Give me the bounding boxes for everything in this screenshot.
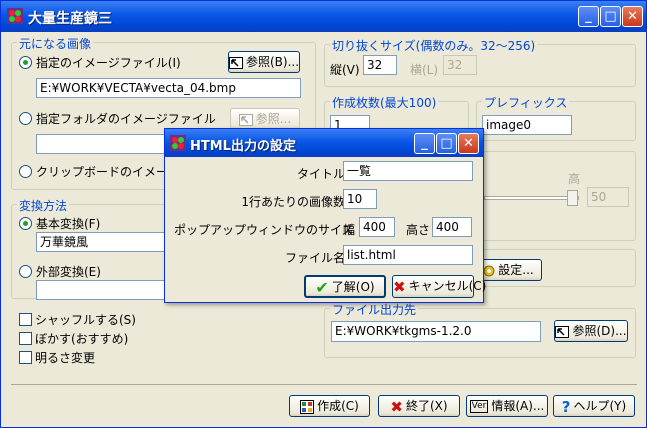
filename-input[interactable]: list.html (343, 245, 473, 265)
shuffle-label: シャッフルする(S) (35, 313, 136, 327)
html-output-dialog: HTML出力の設定 _ □ ✕ タイトル 一覧 1行あたりの画像数 10 ポップ… (164, 128, 486, 303)
folder-option-label: 指定フォルダのイメージファイル (36, 112, 216, 126)
clipboard-option-radio[interactable] (19, 165, 32, 178)
close-button[interactable]: ✕ (622, 6, 643, 27)
exit-button[interactable]: ✖ 終了(X) (378, 395, 460, 417)
settings-label: 設定... (498, 263, 534, 277)
browse-file-label: 参照(B)... (246, 55, 300, 69)
popup-size-label: ポップアップウィンドウのサイズ (174, 223, 354, 237)
per-row-label: 1行あたりの画像数 (241, 195, 345, 209)
blur-checkbox[interactable] (19, 332, 32, 345)
source-image-legend: 元になる画像 (17, 35, 94, 52)
basic-convert-label: 基本変換(F) (36, 217, 101, 231)
browse-folder-label: 参照... (255, 112, 292, 126)
prefix-input[interactable]: image0 (482, 115, 572, 135)
maximize-button[interactable]: □ (600, 6, 621, 27)
cancel-button[interactable]: ✖ キャンセル(C) (392, 275, 486, 298)
settings-button[interactable]: 設定... (475, 259, 542, 281)
clipboard-option-label: クリップボードのイメージ (36, 165, 180, 179)
external-convert-radio[interactable] (19, 265, 32, 278)
ok-label: 了解(O) (331, 280, 375, 294)
help-button[interactable]: ? ヘルプ(Y) (553, 395, 635, 417)
dialog-close-button[interactable]: ✕ (458, 133, 479, 154)
ok-button[interactable]: ✔ 了解(O) (304, 275, 386, 298)
gear-icon (483, 265, 495, 276)
dialog-minimize-button[interactable]: _ (414, 133, 435, 154)
count-legend: 作成枚数(最大100) (330, 94, 439, 111)
crop-width-input[interactable]: 32 (443, 55, 477, 75)
dialog-maximize-button[interactable]: □ (436, 133, 457, 154)
brightness-input[interactable]: 50 (587, 187, 629, 207)
bottom-divider (11, 384, 637, 385)
x-icon: ✖ (390, 397, 403, 416)
dialog-title-bar[interactable]: HTML出力の設定 _ □ ✕ (165, 129, 483, 157)
output-path-input[interactable]: E:¥WORK¥tkgms-1.2.0 (331, 321, 541, 342)
popup-width-label: 幅 (343, 223, 356, 237)
browse-arrow-icon (229, 56, 243, 69)
window-title: 大量生産鏡三 (28, 11, 112, 27)
browse-arrow-icon (238, 113, 253, 126)
brightness-slider-thumb[interactable] (567, 190, 578, 206)
file-option-label: 指定のイメージファイル(I) (36, 56, 181, 70)
convert-method-legend: 変換方法 (17, 197, 70, 214)
brightness-high-label: 高 (568, 172, 581, 186)
crop-width-label: 横(L) (410, 63, 439, 77)
popup-height-input[interactable]: 400 (432, 217, 472, 237)
question-icon: ? (561, 397, 571, 416)
blur-label: ぼかす(おすすめ) (35, 332, 129, 346)
crop-height-input[interactable]: 32 (363, 55, 397, 75)
popup-height-label: 高さ (406, 223, 431, 237)
dialog-kaleidoscope-icon (170, 135, 186, 151)
browse-file-button[interactable]: 参照(B)... (228, 51, 300, 73)
help-label: ヘルプ(Y) (573, 399, 627, 413)
dialog-title-label: タイトル (296, 167, 345, 181)
brightness-slider[interactable] (484, 196, 579, 200)
create-label: 作成(C) (317, 399, 359, 413)
brightness-checkbox[interactable] (19, 351, 32, 364)
folder-option-radio[interactable] (19, 112, 32, 125)
crop-size-legend: 切り抜くサイズ(偶数のみ。32〜256) (330, 37, 538, 54)
exit-label: 終了(X) (405, 399, 448, 413)
x-icon: ✖ (393, 277, 406, 296)
shuffle-checkbox[interactable] (19, 313, 32, 326)
minimize-button[interactable]: _ (578, 6, 599, 27)
output-destination-legend: ファイル出力先 (330, 301, 419, 318)
info-button[interactable]: Ver 情報(A)... (466, 395, 548, 417)
output-browse-label: 参照(D)... (572, 324, 627, 338)
cancel-label: キャンセル(C) (408, 279, 487, 293)
checkmark-icon: ✔ (315, 277, 329, 297)
dialog-title: HTML出力の設定 (190, 139, 296, 154)
popup-width-input[interactable]: 400 (359, 217, 395, 237)
create-button[interactable]: 作成(C) (289, 395, 370, 417)
info-label: 情報(A)... (491, 399, 545, 413)
title-bar[interactable]: 大量生産鏡三 _ □ ✕ (1, 1, 646, 32)
prefix-legend: プレフィックス (482, 94, 570, 111)
file-path-input[interactable]: E:¥WORK¥VECTA¥vecta_04.bmp (36, 78, 301, 98)
basic-convert-radio[interactable] (19, 217, 32, 230)
per-row-input[interactable]: 10 (343, 189, 377, 209)
filename-label: ファイル名 (284, 251, 345, 265)
brightness-change-label: 明るさ変更 (35, 351, 96, 365)
app-kaleidoscope-icon (7, 8, 23, 24)
file-option-radio[interactable] (19, 56, 32, 69)
crop-height-label: 縦(V) (330, 63, 360, 77)
output-browse-button[interactable]: 参照(D)... (554, 320, 628, 342)
external-convert-label: 外部変換(E) (36, 265, 101, 279)
browse-arrow-icon (555, 325, 570, 338)
grid-icon (300, 399, 315, 414)
browse-folder-button[interactable]: 参照... (230, 108, 300, 130)
main-window: 大量生産鏡三 _ □ ✕ 元になる画像 指定のイメージファイル(I) 参照(B)… (0, 0, 647, 428)
dialog-title-input[interactable]: 一覧 (343, 161, 473, 181)
info-icon: Ver (469, 400, 489, 413)
